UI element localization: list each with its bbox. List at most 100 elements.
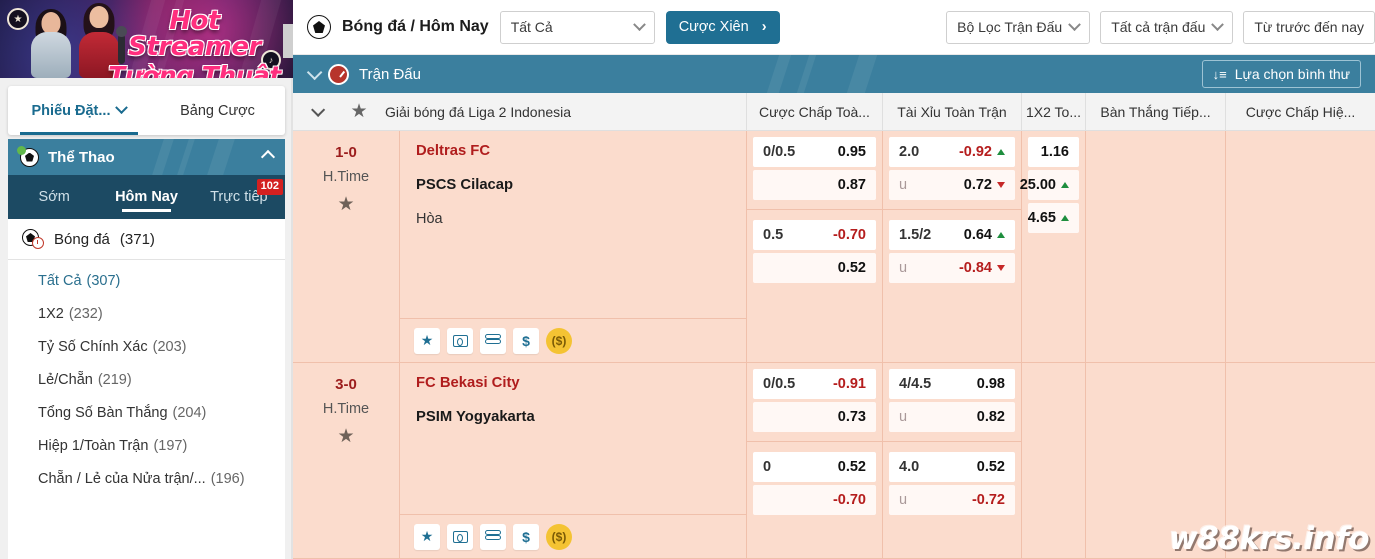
match-teams-block: FC Bekasi City PSIM Yogyakarta ★ $ ($) <box>399 363 746 558</box>
chevron-up-icon[interactable] <box>260 149 276 165</box>
tab-bet-table[interactable]: Bảng Cược <box>150 86 285 135</box>
parlay-button[interactable]: Cược Xiên › <box>665 10 780 44</box>
draw-label[interactable]: Hòa <box>416 211 746 227</box>
league-collapse-toggle[interactable] <box>293 102 339 117</box>
sidebar-item-1x2-count: (232) <box>68 305 103 322</box>
column-header-1x2-ft[interactable]: 1X2 To... <box>1021 93 1085 130</box>
cashout-coin-icon[interactable]: ($) <box>546 327 572 354</box>
odds-cell[interactable]: 0.52 <box>753 253 876 283</box>
sidebar-item-1x2[interactable]: 1X2 (232) <box>8 297 285 330</box>
star-icon[interactable]: ★ <box>414 523 440 550</box>
odds-cell[interactable]: u -0.72 <box>889 485 1015 515</box>
match-row: 1-0 H.Time ★ Deltras FC PSCS Cilacap Hòa… <box>293 131 1375 363</box>
dollar-icon[interactable]: $ <box>513 327 539 354</box>
odds-column-1x2[interactable] <box>1021 363 1085 558</box>
odds-cell[interactable]: u 0.82 <box>889 402 1015 432</box>
column-header-overunder-ft[interactable]: Tài Xỉu Toàn Trận <box>882 93 1021 130</box>
chevron-down-icon <box>115 101 129 115</box>
tab-bet-table-label: Bảng Cược <box>180 102 255 119</box>
select-all-dropdown[interactable]: Tất Cả <box>499 10 655 44</box>
odds-column-next-goal[interactable] <box>1085 363 1225 558</box>
column-header-handicap-ft[interactable]: Cược Chấp Toà... <box>746 93 882 130</box>
odds-cell[interactable]: 4/4.5 0.98 <box>889 369 1015 399</box>
odds-cell[interactable]: u 0.72 <box>889 170 1015 200</box>
pitch-icon[interactable] <box>447 523 473 550</box>
match-score-block: 1-0 H.Time ★ <box>293 131 399 362</box>
sidebar-item-half-full[interactable]: Hiệp 1/Toàn Trận (197) <box>8 429 285 462</box>
odds-value: -0.91 <box>832 376 866 392</box>
odds-cell[interactable]: -0.70 <box>753 485 876 515</box>
all-matches-dropdown[interactable]: Tất cả trận đấu <box>1100 10 1234 44</box>
sidebar-item-total-goals-count: (204) <box>172 404 207 421</box>
star-icon[interactable]: ★ <box>414 327 440 354</box>
odds-value: -0.72 <box>971 492 1005 508</box>
promo-banner[interactable]: ★ ♪ Hot Streamer Tường Thuật <box>0 0 293 78</box>
sidebar-tab-homnay[interactable]: Hôm Nay <box>100 175 192 219</box>
trend-up-icon <box>1061 182 1069 188</box>
time-range-dropdown[interactable]: Từ trước đến nay <box>1243 10 1375 44</box>
chevron-down-icon[interactable] <box>306 64 323 80</box>
pitch-icon[interactable] <box>447 327 473 354</box>
odds-column-handicap-live[interactable] <box>1225 363 1375 558</box>
sidebar-item-total-goals-label: Tổng Số Bàn Thắng <box>38 404 168 421</box>
odds-value: 0.52 <box>976 459 1005 475</box>
sidebar-item-odd-even[interactable]: Lẻ/Chẵn (219) <box>8 363 285 396</box>
stats-icon[interactable] <box>480 523 506 550</box>
sidebar-item-half-odd-even[interactable]: Chẵn / Lẻ của Nửa trận/... (196) <box>8 462 285 495</box>
odds-cell[interactable]: 0.87 <box>753 170 876 200</box>
away-team[interactable]: PSIM Yogyakarta <box>416 409 746 425</box>
sidebar-item-football[interactable]: Bóng đá (371) <box>8 219 285 260</box>
banner-title-line1: Hot Streamer <box>128 6 261 62</box>
stats-icon[interactable] <box>480 327 506 354</box>
sidebar-menu: Tất Cả (307) 1X2 (232) Tỷ Số Chính Xác (… <box>8 260 285 559</box>
odds-cell[interactable]: 2.0 -0.92 <box>889 137 1015 167</box>
sidebar-item-correct-score[interactable]: Tỷ Số Chính Xác (203) <box>8 330 285 363</box>
odds-cell[interactable]: 0.73 <box>753 402 876 432</box>
league-favorite-star-icon[interactable]: ★ <box>339 100 379 123</box>
odds-cell[interactable]: 0/0.5 -0.91 <box>753 369 876 399</box>
away-team[interactable]: PSCS Cilacap <box>416 177 746 193</box>
odds-cell[interactable]: 4.0 0.52 <box>889 452 1015 482</box>
banner-scroll-handle[interactable] <box>283 24 293 58</box>
normal-option-button[interactable]: ↓≡ Lựa chọn bình thư <box>1201 60 1361 88</box>
match-filter-dropdown[interactable]: Bộ Lọc Trận Đấu <box>946 10 1091 44</box>
odds-value: 0.98 <box>976 376 1005 392</box>
odds-cell[interactable]: 1.5/2 0.64 <box>889 220 1015 250</box>
odds-cell[interactable]: 0/0.5 0.95 <box>753 137 876 167</box>
odds-column-overunder: 4/4.5 0.98 u 0.82 4.0 0.52 u -0.72 <box>882 363 1021 558</box>
home-team[interactable]: FC Bekasi City <box>416 375 746 391</box>
cashout-coin-icon[interactable]: ($) <box>546 523 572 550</box>
trend-up-icon <box>1061 215 1069 221</box>
sidebar-item-total-goals[interactable]: Tổng Số Bàn Thắng (204) <box>8 396 285 429</box>
live-count-badge: 102 <box>256 179 283 195</box>
sidebar-tab-tructiep[interactable]: Trực tiếp 102 <box>193 175 285 219</box>
betslip-card: Phiếu Đặt... Bảng Cược <box>8 86 285 135</box>
match-period: H.Time <box>322 169 370 185</box>
chevron-down-icon <box>632 17 646 31</box>
tab-betslip[interactable]: Phiếu Đặt... <box>8 86 150 135</box>
odds-cell[interactable]: 0 0.52 <box>753 452 876 482</box>
sidebar-item-tatca[interactable]: Tất Cả (307) <box>8 264 285 297</box>
favorite-star-icon[interactable]: ★ <box>337 425 354 448</box>
odds-cell[interactable]: u -0.84 <box>889 253 1015 283</box>
odds-value: 0.52 <box>837 260 866 276</box>
odds-cell[interactable]: 4.65 <box>1028 203 1079 233</box>
match-score: 3-0 <box>335 376 357 393</box>
odds-column-handicap-live[interactable] <box>1225 131 1375 362</box>
league-name: Giải bóng đá Liga 2 Indonesia <box>385 103 572 120</box>
trend-up-icon <box>997 149 1005 155</box>
time-range-value: Từ trước đến nay <box>1254 19 1364 35</box>
home-team[interactable]: Deltras FC <box>416 143 746 159</box>
sidebar-tab-som[interactable]: Sớm <box>8 175 100 219</box>
sidebar-sport-header[interactable]: Thể Thao <box>8 139 285 175</box>
sidebar-tab-homnay-label: Hôm Nay <box>115 189 178 205</box>
odds-column-next-goal[interactable] <box>1085 131 1225 362</box>
odds-value: -0.92 <box>959 144 1005 160</box>
favorite-star-icon[interactable]: ★ <box>337 193 354 216</box>
column-header-handicap-live[interactable]: Cược Chấp Hiệ... <box>1225 93 1375 130</box>
column-header-next-goal[interactable]: Bàn Thắng Tiếp... <box>1085 93 1225 130</box>
odds-cell[interactable]: 25.00 <box>1020 170 1079 200</box>
odds-cell[interactable]: 0.5 -0.70 <box>753 220 876 250</box>
odds-cell[interactable]: 1.16 <box>1028 137 1079 167</box>
dollar-icon[interactable]: $ <box>513 523 539 550</box>
